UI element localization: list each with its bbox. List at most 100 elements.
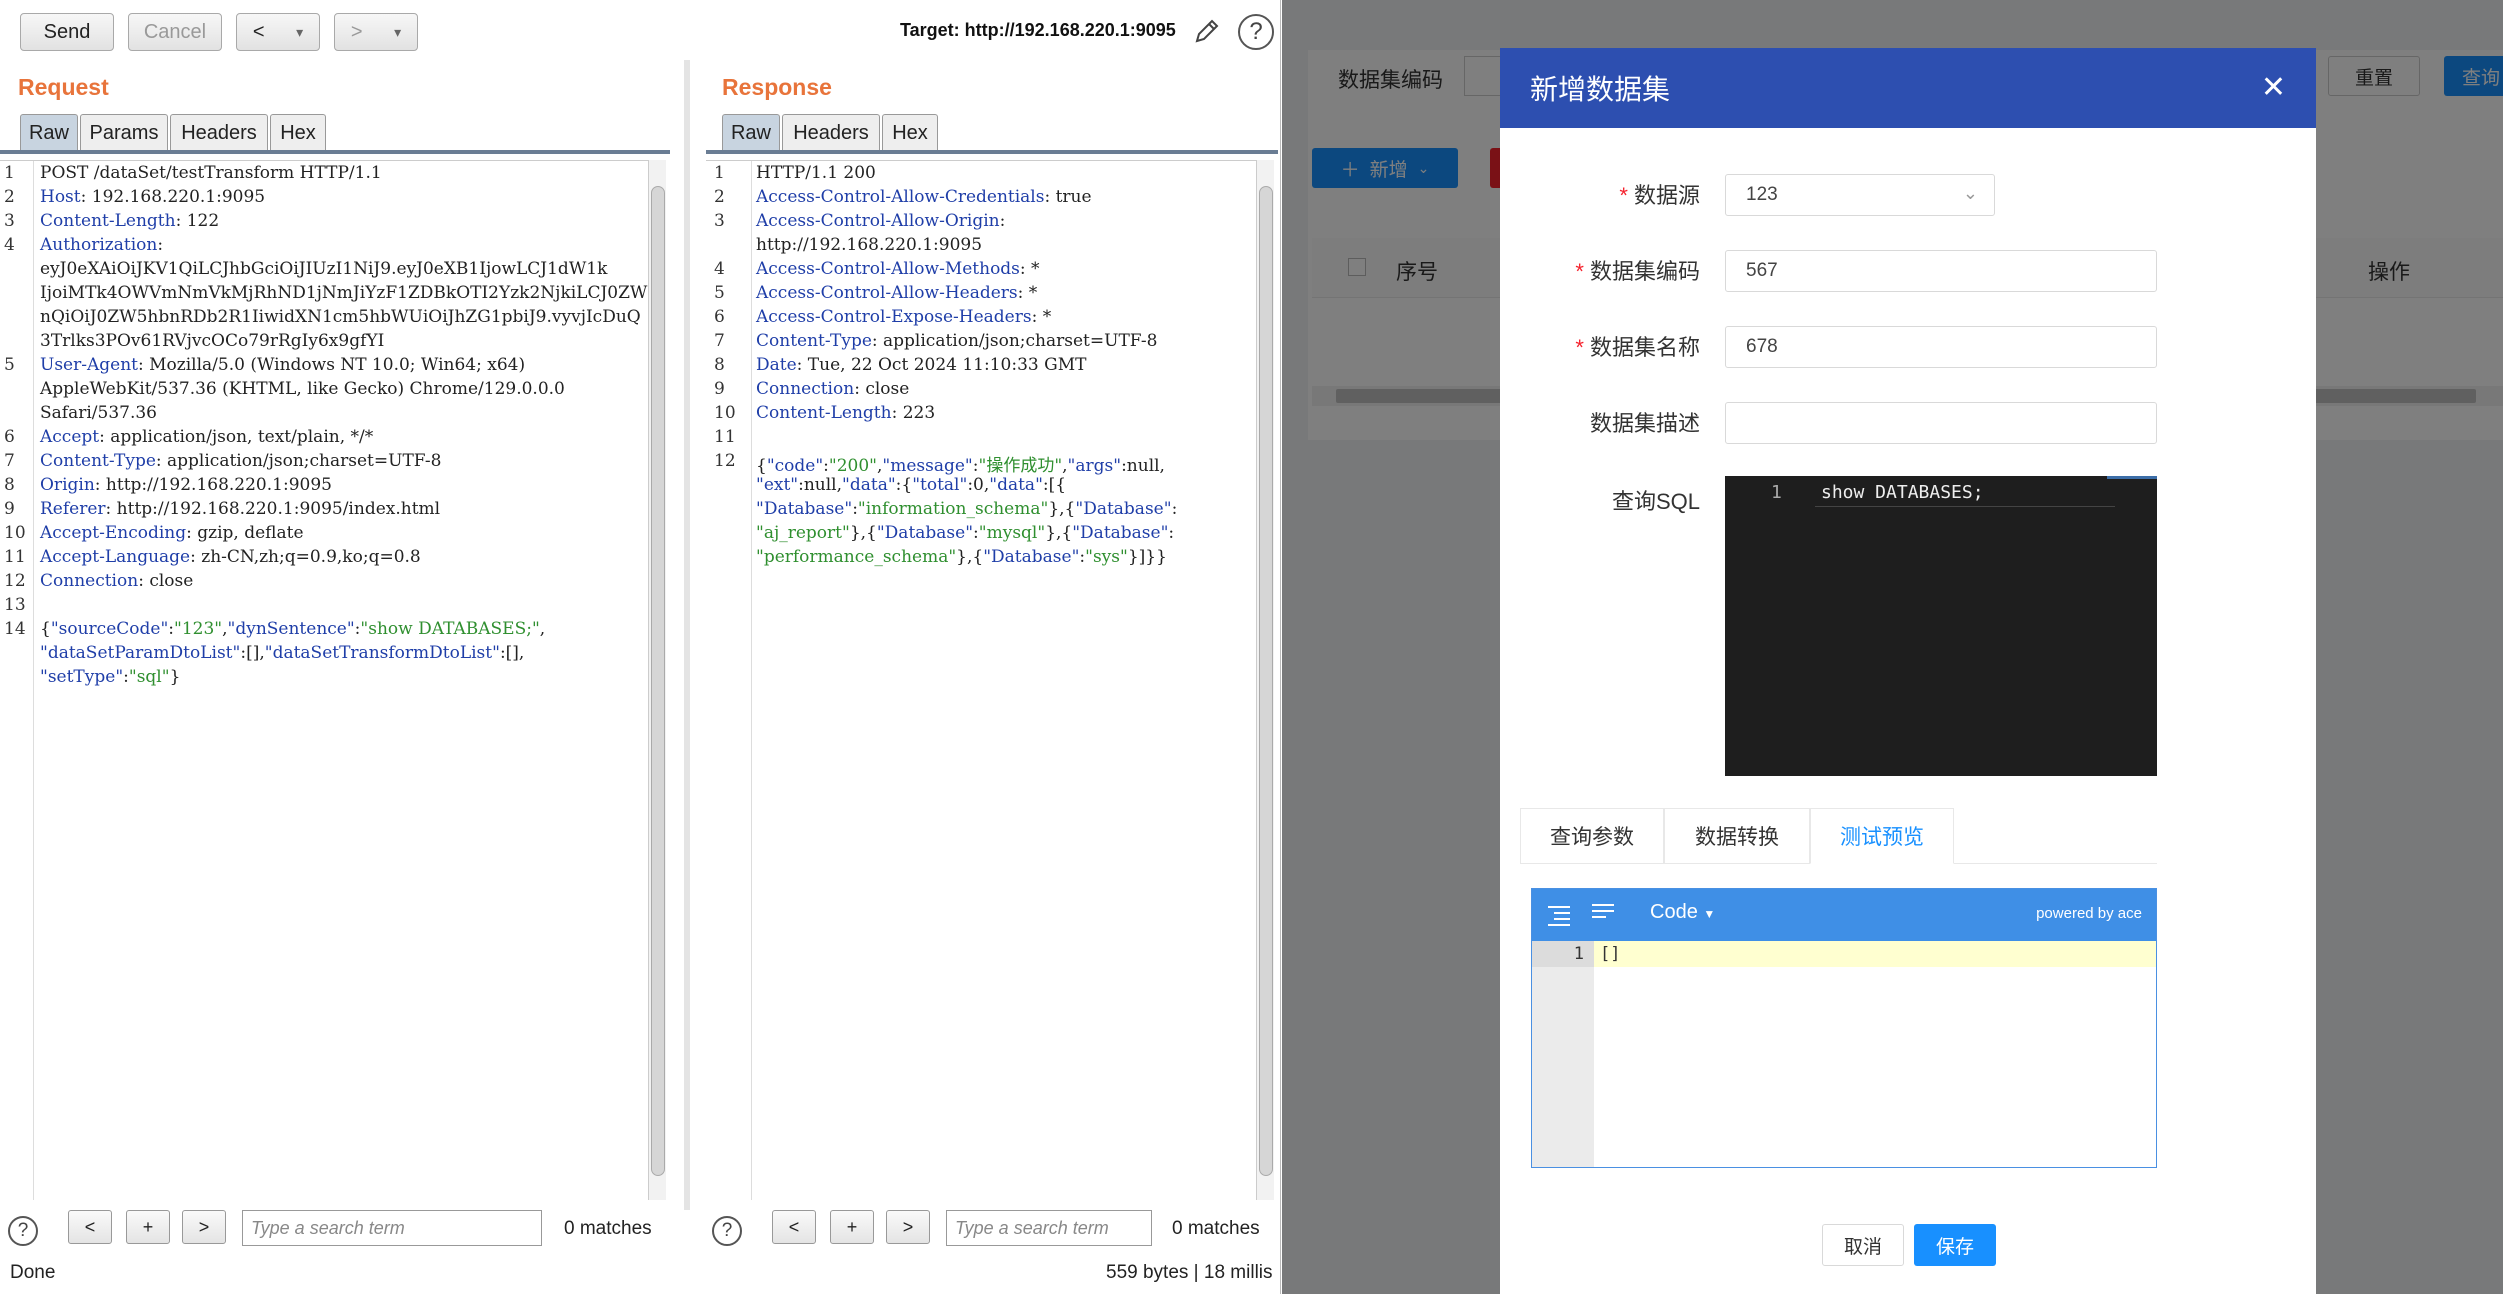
tab-headers[interactable]: Headers: [170, 114, 268, 152]
code-token: nQiOiJ0ZW5hbnRDb2R1IiwidXN1cm5hbWUiOiJhZ…: [40, 307, 641, 327]
line-number: 13: [4, 595, 26, 615]
search-prev-button[interactable]: <: [772, 1210, 816, 1244]
compact-icon[interactable]: [1590, 901, 1616, 930]
format-icon[interactable]: [1546, 903, 1572, 932]
code-token: "Database": [756, 499, 853, 519]
code-token: "mysql": [978, 523, 1046, 543]
code-token: "dynSentence": [227, 619, 355, 639]
line-number: 1: [714, 163, 725, 183]
back-button[interactable]: < ▾: [236, 13, 320, 51]
required-asterisk: *: [1619, 183, 1628, 208]
code-token: "args": [1067, 456, 1122, 476]
cancel-button[interactable]: 取消: [1822, 1224, 1904, 1266]
line-number: 5: [714, 283, 725, 303]
code-token: : Mozilla/5.0 (Windows NT 10.0; Win64; x…: [137, 355, 526, 375]
code-token: :: [1171, 499, 1178, 519]
tab-raw[interactable]: Raw: [722, 114, 780, 152]
code-token: "sourceCode": [50, 619, 169, 639]
code-token: "Database": [1075, 499, 1172, 519]
search-add-button[interactable]: +: [126, 1210, 170, 1244]
line-number: 3: [4, 211, 15, 231]
tab-hex[interactable]: Hex: [270, 114, 326, 152]
pane-splitter[interactable]: [684, 60, 690, 1210]
code-line: nQiOiJ0ZW5hbnRDb2R1IiwidXN1cm5hbWUiOiJhZ…: [40, 307, 641, 327]
tab-query-params[interactable]: 查询参数: [1520, 808, 1664, 864]
code-token: "200": [828, 456, 877, 476]
request-editor[interactable]: 1 POST /dataSet/testTransform HTTP/1.1 2 Ho…: [0, 160, 648, 1200]
help-icon[interactable]: ?: [712, 1216, 742, 1246]
powered-by-ace[interactable]: powered by ace: [2036, 905, 2142, 922]
code-token: Referer: [40, 499, 106, 519]
code-line: {"code":"200","message":"操作成功","args":nu…: [756, 451, 1165, 476]
request-search-input[interactable]: Type a search term: [242, 1210, 542, 1246]
code-line: http://192.168.220.1:9095: [756, 235, 982, 255]
scroll-thumb[interactable]: [1259, 186, 1273, 1176]
code-token: Authorization: [40, 235, 158, 255]
code-token: "123": [174, 619, 223, 639]
code-token: "message": [882, 456, 973, 476]
search-prev-button[interactable]: <: [68, 1210, 112, 1244]
tab-raw[interactable]: Raw: [20, 114, 78, 152]
code-token: http://192.168.220.1:9095: [756, 235, 983, 255]
code-token: :[],: [499, 643, 525, 663]
code-token: : application/json, text/plain, */*: [99, 427, 374, 447]
sql-text: show DATABASES;: [1821, 482, 1984, 503]
code-line: Content-Length: 122: [40, 211, 219, 231]
search-next-button[interactable]: >: [182, 1210, 226, 1244]
dataset-name-input[interactable]: 678: [1725, 326, 2157, 368]
code-token: Accept-Language: [40, 547, 191, 567]
cancel-button[interactable]: Cancel: [128, 13, 222, 51]
code-token: : 122: [175, 211, 220, 231]
active-gutter-line: [1532, 941, 1594, 967]
response-scrollbar[interactable]: [1256, 160, 1274, 1200]
request-scrollbar[interactable]: [648, 160, 666, 1200]
back-arrow-icon: <: [252, 20, 265, 43]
request-title: Request: [18, 74, 109, 100]
caret-down-icon: ▼: [1703, 907, 1716, 921]
tab-data-transform[interactable]: 数据转换: [1664, 808, 1810, 864]
code-token: }]}}: [1127, 547, 1167, 567]
tab-hex[interactable]: Hex: [882, 114, 938, 152]
save-button[interactable]: 保存: [1914, 1224, 1996, 1266]
send-button[interactable]: Send: [20, 13, 114, 51]
code-line: "Database":"information_schema"},{"Datab…: [756, 499, 1177, 519]
line-number: 8: [4, 475, 15, 495]
chevron-down-icon: ⌄: [1962, 183, 1978, 203]
close-icon[interactable]: ✕: [2261, 70, 2286, 105]
search-next-button[interactable]: >: [886, 1210, 930, 1244]
response-search-input[interactable]: Type a search term: [946, 1210, 1152, 1246]
code-token: : *: [1031, 307, 1052, 327]
active-line-marker: [1815, 506, 2115, 507]
help-icon[interactable]: ?: [8, 1216, 38, 1246]
code-token: :: [157, 235, 164, 255]
burp-repeater-panel: Send Cancel < ▾ > ▾ Target: http://192.1…: [0, 0, 1281, 1294]
line-number: 4: [714, 259, 725, 279]
code-token: Origin: [40, 475, 95, 495]
line-number: 6: [714, 307, 725, 327]
tab-params[interactable]: Params: [80, 114, 168, 152]
code-line: Access-Control-Allow-Credentials: true: [756, 187, 1092, 207]
code-token: Host: [40, 187, 81, 207]
preview-json-editor[interactable]: Code ▼ powered by ace 1 []: [1531, 888, 2157, 1168]
code-token: },{: [956, 547, 984, 567]
scroll-thumb[interactable]: [651, 186, 665, 1176]
tab-underline: [706, 150, 1278, 154]
search-add-button[interactable]: +: [830, 1210, 874, 1244]
code-token: 3Trlks3POv61RVjvcOCo79rRgIy6x9gfYI: [40, 331, 385, 351]
datasource-select[interactable]: 123 ⌄: [1725, 174, 1995, 216]
dataset-description-input[interactable]: [1725, 402, 2157, 444]
ace-gutter: 1: [1532, 941, 1594, 1167]
dataset-code-input[interactable]: 567: [1725, 250, 2157, 292]
line-number: 11: [714, 427, 736, 447]
required-asterisk: *: [1575, 335, 1584, 360]
sql-editor[interactable]: 1 show DATABASES;: [1725, 476, 2157, 776]
code-token: "setType": [40, 667, 124, 687]
forward-button[interactable]: > ▾: [334, 13, 418, 51]
response-editor[interactable]: 1 HTTP/1.1 200 2 Access-Control-Allow-Crede…: [706, 160, 1256, 1200]
mode-dropdown[interactable]: Code ▼: [1650, 901, 1715, 924]
edit-pencil-icon[interactable]: [1192, 16, 1222, 46]
tab-headers[interactable]: Headers: [782, 114, 880, 152]
help-icon[interactable]: ?: [1238, 14, 1274, 50]
code-token: }: [169, 667, 181, 687]
tab-test-preview[interactable]: 测试预览: [1810, 808, 1954, 864]
